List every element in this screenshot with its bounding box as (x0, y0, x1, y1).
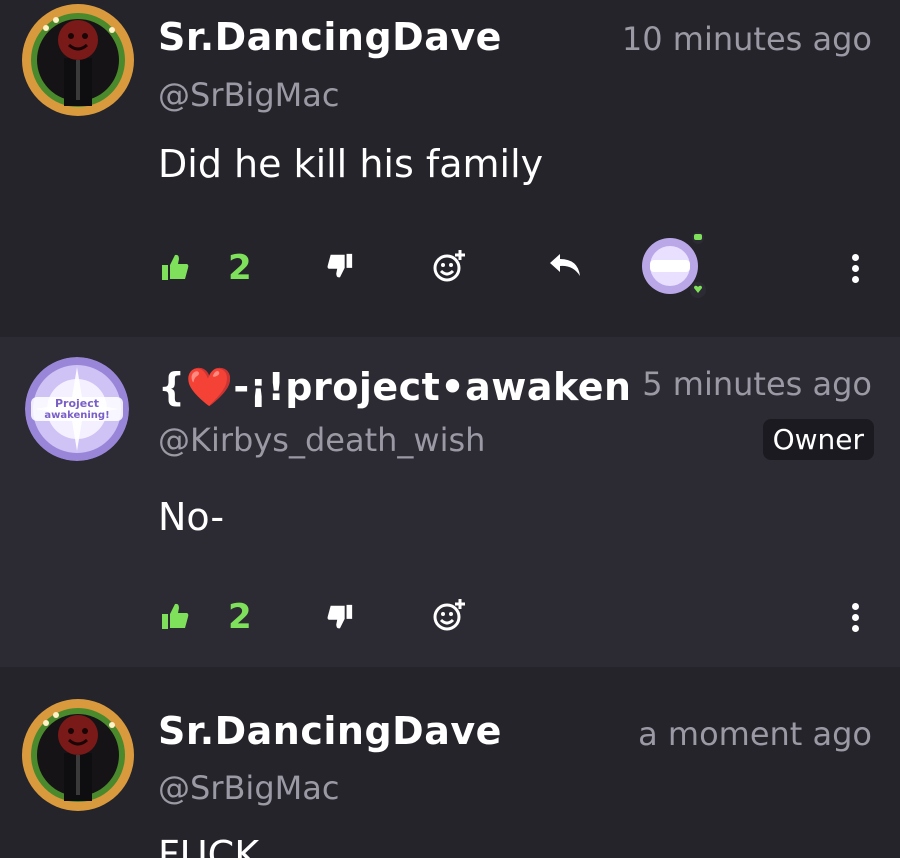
more-options-icon[interactable] (852, 254, 860, 287)
like-count: 2 (228, 597, 252, 637)
author-name[interactable]: Sr.DancingDave (158, 15, 502, 59)
thumbs-up-icon[interactable] (160, 601, 190, 631)
author-name[interactable]: {❤️-¡!project•awakenin (158, 365, 628, 410)
avatar-project-awakening[interactable]: Project awakening! (25, 357, 129, 461)
author-handle[interactable]: @SrBigMac (158, 769, 339, 807)
author-handle[interactable]: @SrBigMac (158, 76, 339, 114)
avatar-text-line2: awakening! (44, 410, 109, 421)
add-reaction-icon[interactable] (432, 597, 468, 633)
thumbs-down-icon[interactable] (326, 252, 354, 280)
author-name[interactable]: Sr.DancingDave (158, 709, 502, 753)
creator-heart-avatar (640, 230, 712, 302)
timestamp: a moment ago (638, 715, 872, 753)
author-handle[interactable]: @Kirbys_death_wish (158, 421, 485, 459)
thumbs-down-icon[interactable] (326, 603, 354, 631)
like-count: 2 (228, 248, 252, 288)
add-reaction-icon[interactable] (432, 248, 468, 284)
comment-3: Sr.DancingDave @SrBigMac a moment ago FU… (0, 667, 900, 858)
thumbs-up-icon[interactable] (160, 252, 190, 282)
more-options-icon[interactable] (852, 603, 860, 636)
reply-icon[interactable] (548, 252, 582, 278)
comment-text: Did he kill his family (158, 142, 544, 186)
comment-1: Sr.DancingDave @SrBigMac 10 minutes ago … (0, 0, 900, 337)
comment-text: FUCK (158, 833, 260, 858)
comment-text: No- (158, 495, 225, 539)
comment-2: Project awakening! {❤️-¡!project•awakeni… (0, 337, 900, 667)
timestamp: 5 minutes ago (642, 365, 872, 403)
avatar-burger[interactable] (16, 0, 140, 124)
avatar-text-line1: Project (55, 397, 99, 410)
timestamp: 10 minutes ago (621, 20, 872, 58)
avatar-burger[interactable] (16, 695, 140, 819)
owner-badge: Owner (762, 419, 874, 460)
